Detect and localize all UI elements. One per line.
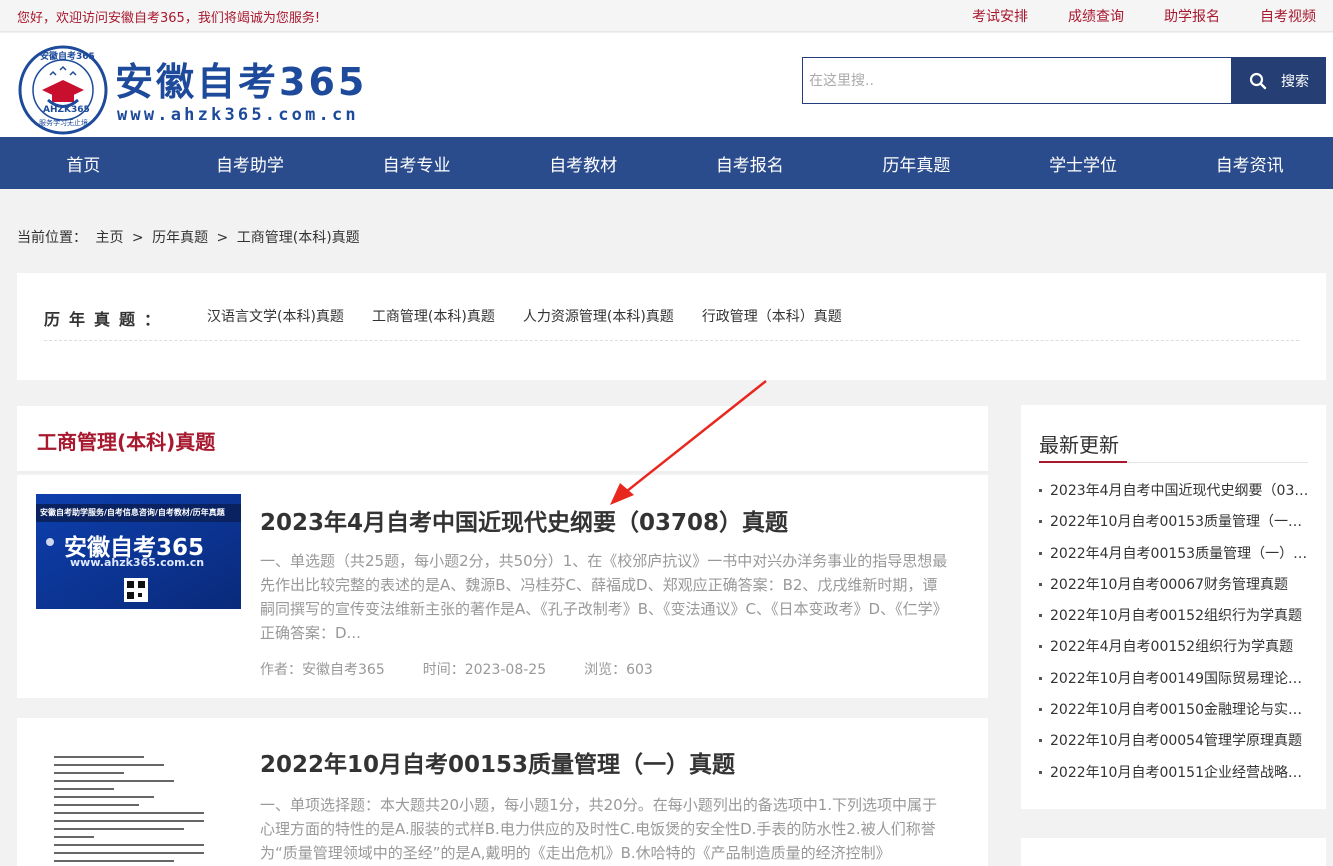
post-thumbnail[interactable] (36, 742, 241, 866)
nav-item-textbooks[interactable]: 自考教材 (500, 151, 667, 176)
breadcrumb-label: 当前位置： (17, 230, 87, 246)
top-link-videos[interactable]: 自考视频 (1260, 6, 1316, 26)
latest-item[interactable]: 2022年4月自考00152组织行为学真题 (1039, 634, 1309, 665)
list-item: 2022年10月自考00153质量管理（一）真题 一、单项选择题：本大题共20小… (17, 718, 988, 866)
breadcrumb-past-papers[interactable]: 历年真题 (152, 230, 208, 246)
category-filter: 历年真题： 汉语言文学(本科)真题 工商管理(本科)真题 人力资源管理(本科)真… (17, 273, 1326, 380)
main-nav: 首页 自考助学 自考专业 自考教材 自考报名 历年真题 学士学位 自考资讯 (0, 137, 1333, 189)
title-underline (1039, 461, 1127, 463)
category-human-resources[interactable]: 人力资源管理(本科)真题 (523, 306, 674, 326)
post-views: 浏览：603 (584, 662, 653, 678)
divider (44, 340, 1299, 341)
nav-item-tutoring[interactable]: 自考助学 (167, 151, 334, 176)
category-business-admin[interactable]: 工商管理(本科)真题 (372, 306, 495, 326)
latest-item[interactable]: 2022年10月自考00153质量管理（一）真题 (1039, 509, 1309, 540)
latest-item[interactable]: 2022年10月自考00152组织行为学真题 (1039, 603, 1309, 634)
site-url: www.ahzk365.com.cn (117, 105, 359, 125)
latest-item[interactable]: 2022年10月自考00150金融理论与实务真题 (1039, 697, 1309, 728)
welcome-text: 您好，欢迎访问安徽自考365，我们将竭诚为您服务! (17, 11, 321, 26)
annotation-arrow-icon (610, 380, 767, 505)
post-thumbnail[interactable]: 安徽自考助学服务/自考信息咨询/自考教材/历年真题 安徽自考365 www.ah… (36, 494, 241, 609)
top-link-score-query[interactable]: 成绩查询 (1068, 6, 1124, 26)
latest-list: 2023年4月自考中国近现代史纲要（03708）真题 2022年10月自考001… (1039, 478, 1309, 791)
logo-motto-text: 服务学习无止境 (39, 119, 88, 127)
breadcrumb-home[interactable]: 主页 (95, 230, 123, 246)
site-name[interactable]: 安徽自考365 (115, 51, 367, 106)
search-input[interactable] (802, 57, 1232, 104)
nav-item-news[interactable]: 自考资讯 (1166, 151, 1333, 176)
top-link-enroll[interactable]: 助学报名 (1164, 6, 1220, 26)
search-button-label: 搜索 (1281, 73, 1309, 90)
breadcrumb: 当前位置： 主页 > 历年真题 > 工商管理(本科)真题 (17, 227, 364, 247)
category-chinese-literature[interactable]: 汉语言文学(本科)真题 (207, 306, 344, 326)
thumbnail-banner: 安徽自考助学服务/自考信息咨询/自考教材/历年真题 (40, 508, 225, 517)
latest-item[interactable]: 2023年4月自考中国近现代史纲要（03708）真题 (1039, 478, 1309, 509)
logo-badge-text: AHZK365 (43, 105, 90, 115)
post-meta: 作者：安徽自考365 时间：2023-08-25 浏览：603 (260, 659, 691, 679)
logo-ring-text: 安徽自考365 (40, 52, 95, 62)
post-author: 作者：安徽自考365 (260, 662, 385, 678)
breadcrumb-separator: > (131, 230, 144, 246)
latest-item[interactable]: 2022年10月自考00054管理学原理真题 (1039, 728, 1309, 759)
breadcrumb-separator: > (216, 230, 229, 246)
nav-item-majors[interactable]: 自考专业 (333, 151, 500, 176)
top-links: 考试安排 成绩查询 助学报名 自考视频 (932, 6, 1316, 26)
latest-item[interactable]: 2022年4月自考00153质量管理（一）真题 (1039, 541, 1309, 572)
list-title: 工商管理(本科)真题 (37, 430, 216, 454)
list-header: 工商管理(本科)真题 (17, 406, 988, 473)
sidebar-latest: 最新更新 2023年4月自考中国近现代史纲要（03708）真题 2022年10月… (1021, 405, 1326, 809)
search-button[interactable]: 搜索 (1232, 57, 1326, 104)
site-header: 安徽自考365 AHZK365 服务学习无止境 安徽自考365 www.ahzk… (0, 33, 1333, 137)
latest-item[interactable]: 2022年10月自考00067财务管理真题 (1039, 572, 1309, 603)
post-title[interactable]: 2022年10月自考00153质量管理（一）真题 (260, 745, 735, 779)
breadcrumb-current[interactable]: 工商管理(本科)真题 (237, 230, 360, 246)
nav-item-registration[interactable]: 自考报名 (667, 151, 834, 176)
sidebar-title: 最新更新 (1039, 433, 1119, 457)
top-bar: 您好，欢迎访问安徽自考365，我们将竭诚为您服务! 考试安排 成绩查询 助学报名… (0, 0, 1333, 32)
latest-item[interactable]: 2022年10月自考00149国际贸易理论与实务真题 (1039, 666, 1309, 697)
thumbnail-url: www.ahzk365.com.cn (70, 556, 205, 569)
post-time: 时间：2023-08-25 (422, 662, 547, 678)
category-label: 历年真题： (44, 310, 170, 329)
list-item: 安徽自考助学服务/自考信息咨询/自考教材/历年真题 安徽自考365 www.ah… (17, 475, 988, 698)
post-excerpt: 一、单项选择题：本大题共20小题，每小题1分，共20分。在每小题列出的备选项中1… (260, 796, 938, 862)
latest-item[interactable]: 2022年10月自考00151企业经营战略真题 (1039, 760, 1309, 791)
nav-item-past-papers[interactable]: 历年真题 (833, 151, 1000, 176)
top-link-exam-schedule[interactable]: 考试安排 (972, 6, 1028, 26)
nav-item-home[interactable]: 首页 (0, 151, 167, 176)
sidebar-panel (1021, 838, 1326, 866)
search-icon (1249, 72, 1267, 89)
post-excerpt: 一、单选题（共25题，每小题2分，共50分）1、在《校邠庐抗议》一书中对兴办洋务… (260, 552, 948, 642)
nav-item-bachelor-degree[interactable]: 学士学位 (1000, 151, 1167, 176)
category-public-admin[interactable]: 行政管理（本科）真题 (702, 306, 842, 326)
logo-badge-icon[interactable]: 安徽自考365 AHZK365 服务学习无止境 (18, 45, 108, 135)
category-list: 汉语言文学(本科)真题 工商管理(本科)真题 人力资源管理(本科)真题 行政管理… (207, 306, 870, 326)
